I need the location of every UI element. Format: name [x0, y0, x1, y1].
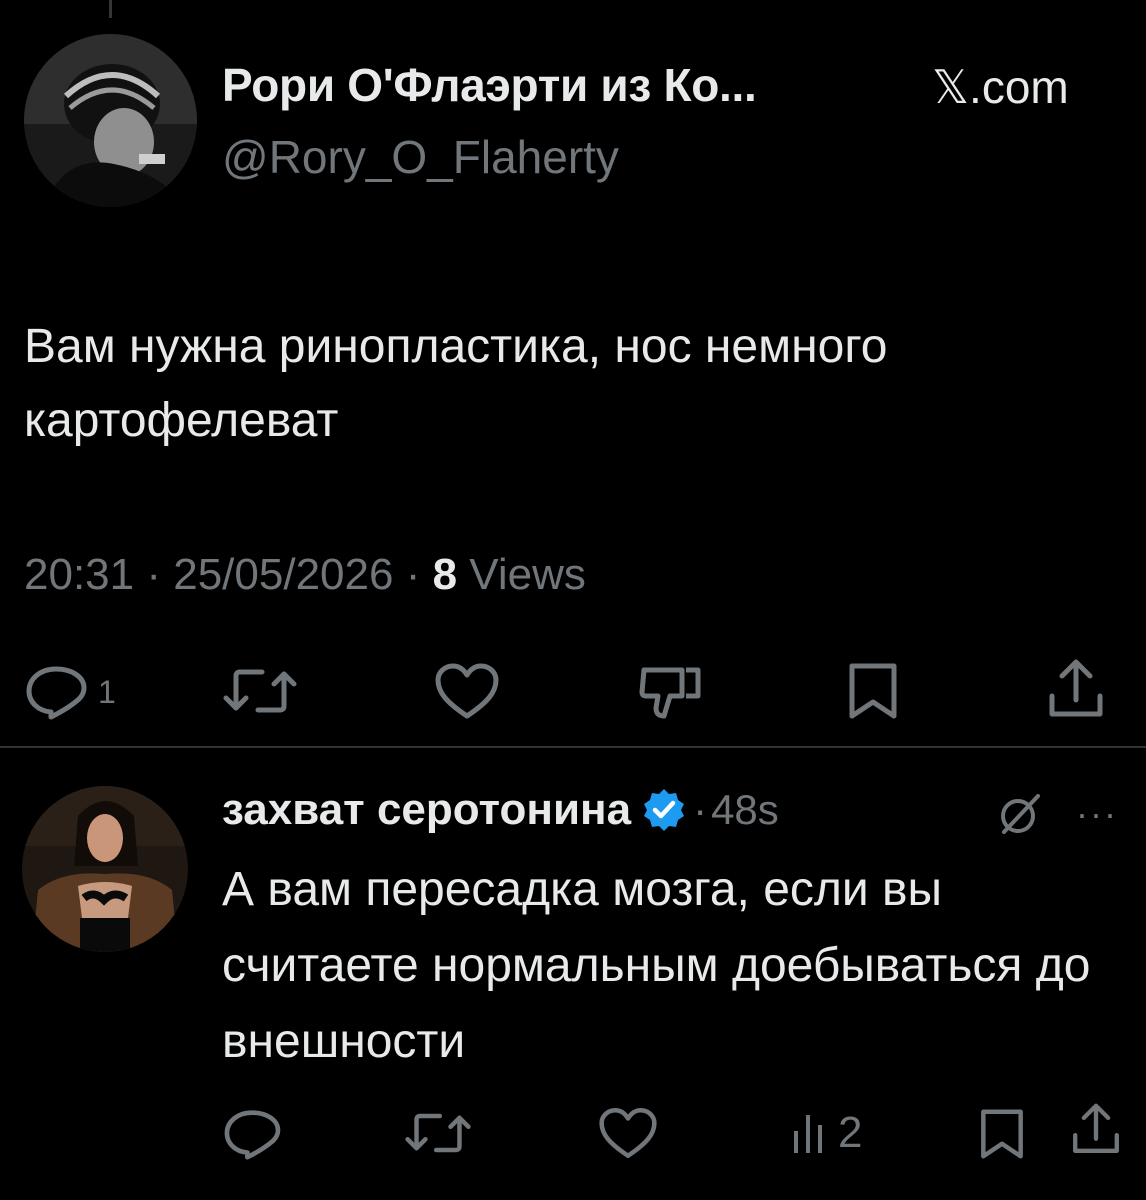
retweet-icon	[223, 669, 297, 713]
author-avatar[interactable]	[24, 34, 197, 207]
reply-separator: ·	[693, 786, 708, 833]
verified-badge-icon	[644, 789, 685, 831]
heart-icon	[435, 663, 499, 719]
views-icon	[794, 1115, 822, 1153]
reply-button[interactable]: 1	[24, 664, 116, 720]
author-display-name[interactable]: Рори О'Флаэрти из Ко...	[222, 58, 757, 112]
like-button[interactable]	[434, 662, 500, 720]
share-icon	[1049, 659, 1103, 717]
views-count: 8	[432, 550, 458, 599]
meta-separator: ·	[405, 550, 421, 599]
reply-text: А вам пересадка мозга, если вы считаете …	[222, 863, 1091, 1068]
reply-author-avatar[interactable]	[22, 786, 188, 952]
tweet-divider	[0, 746, 1146, 748]
reply-count: 1	[98, 673, 116, 710]
reply-icon	[26, 666, 87, 720]
grok-icon	[1001, 794, 1040, 834]
retweet-button[interactable]	[222, 664, 298, 718]
reply-header: захват серотонина · 48s	[222, 780, 779, 840]
share-button[interactable]	[1046, 658, 1106, 722]
grok-button[interactable]	[996, 790, 1044, 843]
reply-icon	[224, 1110, 281, 1160]
reply-retweet-button[interactable]	[404, 1108, 472, 1158]
more-icon[interactable]: ···	[1076, 793, 1118, 835]
reply-views-count: 2	[838, 1108, 863, 1157]
reply-views-button[interactable]: 2	[790, 1108, 862, 1158]
meta-separator: ·	[146, 550, 161, 599]
source-label: 𝕏.com	[932, 61, 1069, 113]
share-icon	[1073, 1103, 1119, 1153]
views-label: Views	[469, 550, 586, 599]
heart-icon	[599, 1108, 657, 1158]
reply-like-button[interactable]	[598, 1106, 658, 1160]
tweet-time: 20:31	[24, 550, 135, 599]
tweet-meta: 20:31 · 25/05/2026 · 8 Views	[24, 550, 586, 600]
reply-bookmark-button[interactable]	[978, 1106, 1026, 1162]
author-handle[interactable]: @Rory_O_Flaherty	[222, 130, 619, 184]
reply-share-button[interactable]	[1070, 1102, 1122, 1158]
bookmark-icon	[849, 663, 897, 719]
reply-author-display-name[interactable]: захват серотонина	[222, 785, 631, 835]
bookmark-button[interactable]	[846, 660, 900, 722]
dislike-button[interactable]	[638, 662, 704, 722]
bookmark-icon	[981, 1109, 1023, 1159]
tweet-text: Вам нужна ринопластика, нос немного карт…	[24, 320, 888, 447]
reply-time: 48s	[711, 786, 779, 833]
thread-connector-line	[109, 0, 112, 18]
tweet-date: 25/05/2026	[173, 550, 394, 599]
dislike-icon	[639, 667, 701, 719]
reply-reply-button[interactable]	[222, 1108, 282, 1160]
retweet-icon	[405, 1113, 471, 1153]
